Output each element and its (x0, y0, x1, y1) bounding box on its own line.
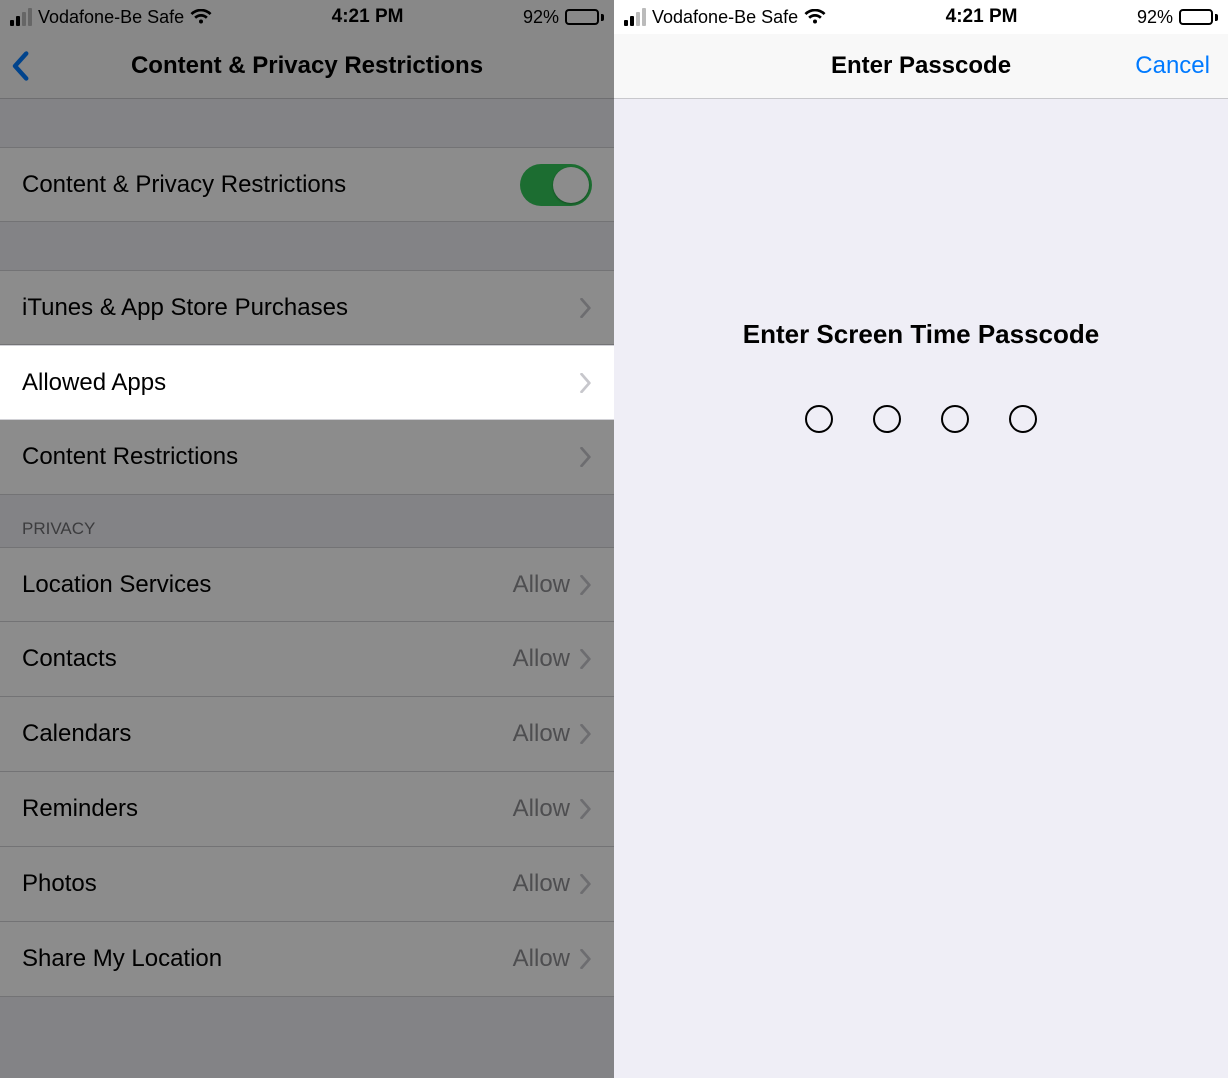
content-privacy-toggle[interactable] (520, 164, 592, 206)
location-services-row[interactable]: Location Services Allow (0, 547, 614, 622)
content-privacy-toggle-row[interactable]: Content & Privacy Restrictions (0, 147, 614, 222)
status-time: 4:21 PM (332, 6, 404, 28)
chevron-right-icon (580, 298, 592, 318)
status-time: 4:21 PM (946, 6, 1018, 28)
toggle-label: Content & Privacy Restrictions (22, 171, 346, 199)
chevron-right-icon (580, 575, 592, 595)
photos-row[interactable]: Photos Allow (0, 847, 614, 922)
chevron-right-icon (580, 724, 592, 744)
status-bar: Vodafone-Be Safe 4:21 PM 92% (614, 0, 1228, 34)
passcode-dot (1009, 405, 1037, 433)
chevron-right-icon (580, 874, 592, 894)
signal-icon (624, 8, 646, 26)
chevron-right-icon (580, 799, 592, 819)
row-label: Allowed Apps (22, 369, 166, 397)
chevron-right-icon (580, 649, 592, 669)
carrier-label: Vodafone-Be Safe (652, 7, 798, 28)
share-my-location-row[interactable]: Share My Location Allow (0, 922, 614, 997)
reminders-row[interactable]: Reminders Allow (0, 772, 614, 847)
contacts-row[interactable]: Contacts Allow (0, 622, 614, 697)
battery-icon (1179, 9, 1218, 25)
passcode-prompt: Enter Screen Time Passcode (614, 319, 1228, 350)
chevron-right-icon (580, 949, 592, 969)
back-button[interactable] (10, 51, 30, 81)
passcode-dots[interactable] (614, 405, 1228, 433)
battery-icon (565, 9, 604, 25)
nav-title: Content & Privacy Restrictions (131, 52, 483, 80)
row-label: iTunes & App Store Purchases (22, 294, 348, 322)
row-label: Content Restrictions (22, 443, 238, 471)
cancel-button[interactable]: Cancel (1135, 52, 1210, 80)
battery-percent: 92% (523, 7, 559, 28)
signal-icon (10, 8, 32, 26)
nav-title: Enter Passcode (831, 52, 1011, 80)
privacy-section-header: Privacy (0, 495, 614, 547)
passcode-dot (873, 405, 901, 433)
chevron-right-icon (580, 373, 592, 393)
itunes-purchases-row[interactable]: iTunes & App Store Purchases (0, 270, 614, 345)
passcode-dot (941, 405, 969, 433)
carrier-label: Vodafone-Be Safe (38, 7, 184, 28)
passcode-area: Enter Screen Time Passcode (614, 99, 1228, 433)
status-bar: Vodafone-Be Safe 4:21 PM 92% (0, 0, 614, 34)
left-screenshot: Vodafone-Be Safe 4:21 PM 92% Content & P… (0, 0, 614, 1078)
content-restrictions-row[interactable]: Content Restrictions (0, 420, 614, 495)
calendars-row[interactable]: Calendars Allow (0, 697, 614, 772)
allowed-apps-row[interactable]: Allowed Apps (0, 345, 614, 420)
nav-bar: Enter Passcode Cancel (614, 34, 1228, 99)
nav-bar: Content & Privacy Restrictions (0, 34, 614, 99)
right-screenshot: Vodafone-Be Safe 4:21 PM 92% Enter Passc… (614, 0, 1228, 1078)
wifi-icon (804, 9, 826, 25)
battery-percent: 92% (1137, 7, 1173, 28)
passcode-dot (805, 405, 833, 433)
chevron-right-icon (580, 447, 592, 467)
wifi-icon (190, 9, 212, 25)
